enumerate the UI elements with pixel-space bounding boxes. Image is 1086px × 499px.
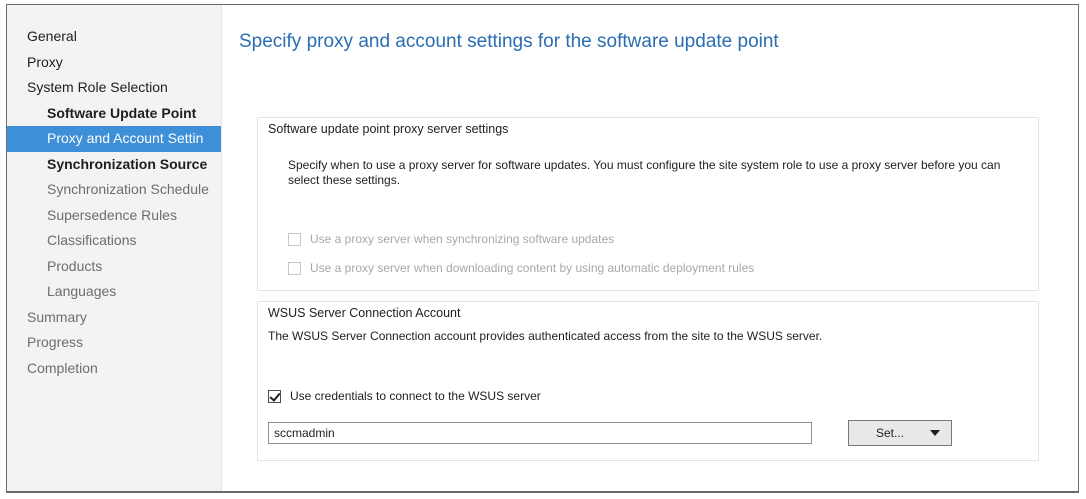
sidebar-item-supersedence-rules[interactable]: Supersedence Rules [7,203,221,229]
proxy-sync-label: Use a proxy server when synchronizing so… [310,232,615,246]
wizard-window: General Proxy System Role Selection Soft… [6,4,1079,493]
chevron-down-icon[interactable] [930,430,940,436]
use-credentials-option[interactable]: Use credentials to connect to the WSUS s… [268,388,541,404]
proxy-download-option[interactable]: Use a proxy server when downloading cont… [288,260,754,276]
proxy-settings-group: Software update point proxy server setti… [257,117,1039,291]
sidebar-item-software-update-point[interactable]: Software Update Point [7,101,221,127]
wsus-account-group-label: WSUS Server Connection Account [268,306,461,320]
proxy-settings-description: Specify when to use a proxy server for s… [288,158,1001,187]
sidebar-item-synchronization-source[interactable]: Synchronization Source [7,152,221,178]
sidebar-item-proxy[interactable]: Proxy [7,50,221,76]
set-account-button[interactable]: Set... [848,420,952,446]
proxy-sync-option[interactable]: Use a proxy server when synchronizing so… [288,231,614,247]
wizard-content: Specify proxy and account settings for t… [222,5,1078,491]
use-credentials-label: Use credentials to connect to the WSUS s… [290,389,541,403]
sidebar-item-classifications[interactable]: Classifications [7,228,221,254]
proxy-sync-checkbox[interactable] [288,232,301,246]
sidebar-item-proxy-and-account-settings[interactable]: Proxy and Account Settin [7,126,221,152]
wizard-sidebar: General Proxy System Role Selection Soft… [7,5,222,491]
sidebar-item-synchronization-schedule[interactable]: Synchronization Schedule [7,177,221,203]
page-title: Specify proxy and account settings for t… [239,31,779,52]
proxy-download-checkbox[interactable] [288,261,301,275]
sidebar-item-summary[interactable]: Summary [7,305,221,331]
proxy-download-label: Use a proxy server when downloading cont… [310,261,755,275]
wsus-account-field[interactable] [268,422,812,444]
sidebar-item-languages[interactable]: Languages [7,279,221,305]
sidebar-item-system-role-selection[interactable]: System Role Selection [7,75,221,101]
sidebar-item-completion[interactable]: Completion [7,356,221,382]
wsus-account-group: WSUS Server Connection Account The WSUS … [257,301,1039,461]
use-credentials-checkbox[interactable] [268,389,281,403]
set-button-label: Set... [876,426,905,440]
wsus-account-description: The WSUS Server Connection account provi… [268,329,823,343]
sidebar-item-products[interactable]: Products [7,254,221,280]
sidebar-item-general[interactable]: General [7,24,221,50]
sidebar-item-progress[interactable]: Progress [7,330,221,356]
proxy-settings-group-label: Software update point proxy server setti… [268,122,509,136]
